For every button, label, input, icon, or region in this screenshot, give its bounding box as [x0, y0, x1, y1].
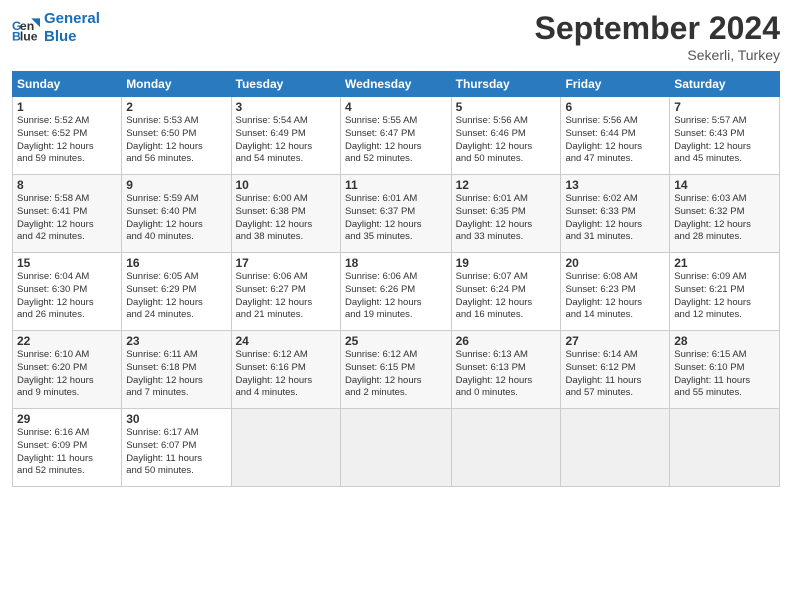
table-row: 29 Sunrise: 6:16 AMSunset: 6:09 PMDaylig… — [13, 409, 780, 487]
table-row: 8 Sunrise: 5:58 AMSunset: 6:41 PMDayligh… — [13, 175, 780, 253]
day-cell-14: 14 Sunrise: 6:03 AMSunset: 6:32 PMDaylig… — [670, 175, 780, 253]
day-cell-30: 30 Sunrise: 6:17 AMSunset: 6:07 PMDaylig… — [122, 409, 231, 487]
month-title: September 2024 — [535, 10, 780, 47]
day-cell-10: 10 Sunrise: 6:00 AMSunset: 6:38 PMDaylig… — [231, 175, 340, 253]
col-monday: Monday — [122, 72, 231, 97]
day-cell-29: 29 Sunrise: 6:16 AMSunset: 6:09 PMDaylig… — [13, 409, 122, 487]
empty-cell — [561, 409, 670, 487]
day-cell-23: 23 Sunrise: 6:11 AMSunset: 6:18 PMDaylig… — [122, 331, 231, 409]
col-saturday: Saturday — [670, 72, 780, 97]
empty-cell — [451, 409, 561, 487]
day-cell-25: 25 Sunrise: 6:12 AMSunset: 6:15 PMDaylig… — [340, 331, 451, 409]
day-cell-8: 8 Sunrise: 5:58 AMSunset: 6:41 PMDayligh… — [13, 175, 122, 253]
day-cell-3: 3 Sunrise: 5:54 AMSunset: 6:49 PMDayligh… — [231, 97, 340, 175]
day-cell-6: 6 Sunrise: 5:56 AMSunset: 6:44 PMDayligh… — [561, 97, 670, 175]
header: G en B lue General Blue September 2024 S… — [12, 10, 780, 63]
day-cell-7: 7 Sunrise: 5:57 AMSunset: 6:43 PMDayligh… — [670, 97, 780, 175]
day-cell-12: 12 Sunrise: 6:01 AMSunset: 6:35 PMDaylig… — [451, 175, 561, 253]
day-cell-9: 9 Sunrise: 5:59 AMSunset: 6:40 PMDayligh… — [122, 175, 231, 253]
day-cell-13: 13 Sunrise: 6:02 AMSunset: 6:33 PMDaylig… — [561, 175, 670, 253]
location-subtitle: Sekerli, Turkey — [535, 47, 780, 63]
col-wednesday: Wednesday — [340, 72, 451, 97]
table-row: 15 Sunrise: 6:04 AMSunset: 6:30 PMDaylig… — [13, 253, 780, 331]
logo-text: General Blue — [44, 10, 100, 46]
day-cell-19: 19 Sunrise: 6:07 AMSunset: 6:24 PMDaylig… — [451, 253, 561, 331]
day-cell-17: 17 Sunrise: 6:06 AMSunset: 6:27 PMDaylig… — [231, 253, 340, 331]
day-cell-21: 21 Sunrise: 6:09 AMSunset: 6:21 PMDaylig… — [670, 253, 780, 331]
day-cell-24: 24 Sunrise: 6:12 AMSunset: 6:16 PMDaylig… — [231, 331, 340, 409]
day-cell-1: 1 Sunrise: 5:52 AMSunset: 6:52 PMDayligh… — [13, 97, 122, 175]
empty-cell — [231, 409, 340, 487]
logo: G en B lue General Blue — [12, 10, 100, 46]
day-cell-18: 18 Sunrise: 6:06 AMSunset: 6:26 PMDaylig… — [340, 253, 451, 331]
day-cell-5: 5 Sunrise: 5:56 AMSunset: 6:46 PMDayligh… — [451, 97, 561, 175]
col-thursday: Thursday — [451, 72, 561, 97]
day-cell-16: 16 Sunrise: 6:05 AMSunset: 6:29 PMDaylig… — [122, 253, 231, 331]
day-cell-15: 15 Sunrise: 6:04 AMSunset: 6:30 PMDaylig… — [13, 253, 122, 331]
day-cell-4: 4 Sunrise: 5:55 AMSunset: 6:47 PMDayligh… — [340, 97, 451, 175]
day-cell-11: 11 Sunrise: 6:01 AMSunset: 6:37 PMDaylig… — [340, 175, 451, 253]
day-cell-27: 27 Sunrise: 6:14 AMSunset: 6:12 PMDaylig… — [561, 331, 670, 409]
col-friday: Friday — [561, 72, 670, 97]
title-area: September 2024 Sekerli, Turkey — [535, 10, 780, 63]
table-row: 1 Sunrise: 5:52 AMSunset: 6:52 PMDayligh… — [13, 97, 780, 175]
day-cell-26: 26 Sunrise: 6:13 AMSunset: 6:13 PMDaylig… — [451, 331, 561, 409]
day-cell-22: 22 Sunrise: 6:10 AMSunset: 6:20 PMDaylig… — [13, 331, 122, 409]
svg-text:lue: lue — [20, 29, 38, 42]
calendar-table: Sunday Monday Tuesday Wednesday Thursday… — [12, 71, 780, 487]
col-tuesday: Tuesday — [231, 72, 340, 97]
empty-cell — [670, 409, 780, 487]
day-cell-20: 20 Sunrise: 6:08 AMSunset: 6:23 PMDaylig… — [561, 253, 670, 331]
empty-cell — [340, 409, 451, 487]
logo-icon: G en B lue — [12, 14, 40, 42]
day-cell-2: 2 Sunrise: 5:53 AMSunset: 6:50 PMDayligh… — [122, 97, 231, 175]
table-row: 22 Sunrise: 6:10 AMSunset: 6:20 PMDaylig… — [13, 331, 780, 409]
col-sunday: Sunday — [13, 72, 122, 97]
day-cell-28: 28 Sunrise: 6:15 AMSunset: 6:10 PMDaylig… — [670, 331, 780, 409]
page-container: G en B lue General Blue September 2024 S… — [0, 0, 792, 497]
